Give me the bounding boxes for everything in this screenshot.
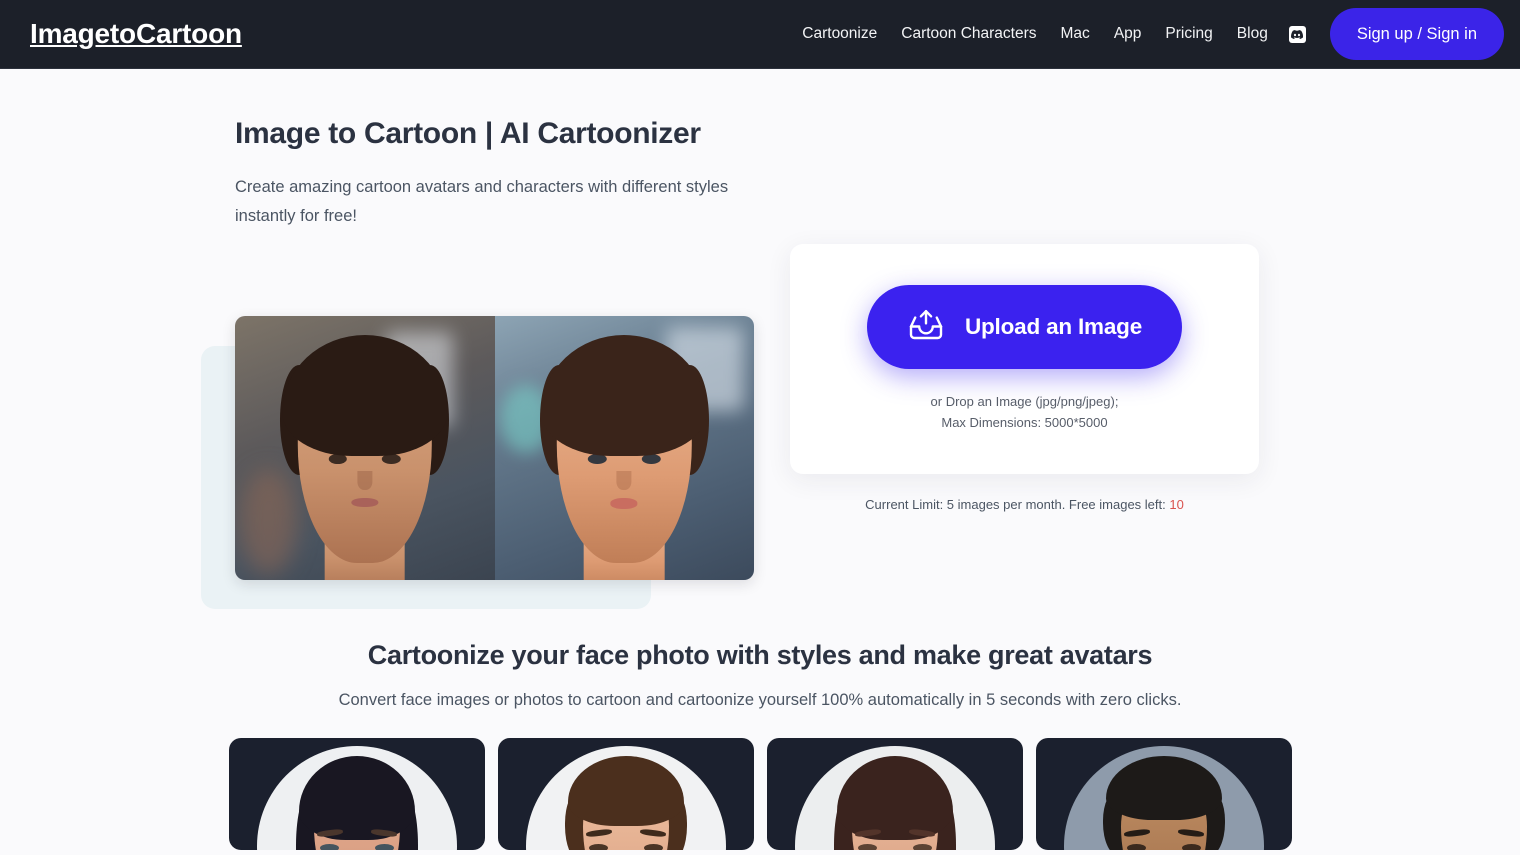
hair-top bbox=[567, 756, 684, 826]
upload-hint-dimensions: Max Dimensions: 5000*5000 bbox=[941, 415, 1108, 430]
nose bbox=[357, 471, 373, 490]
eye-right bbox=[374, 844, 394, 850]
hair-top bbox=[1105, 756, 1222, 820]
upload-hints: or Drop an Image (jpg/png/jpeg); Max Dim… bbox=[931, 391, 1119, 434]
avatar bbox=[833, 756, 956, 850]
page-title: Image to Cartoon | AI Cartoonizer bbox=[235, 117, 701, 150]
free-images-left-count: 10 bbox=[1169, 497, 1184, 512]
discord-icon bbox=[1288, 25, 1306, 43]
eye-left bbox=[319, 844, 339, 850]
eye-left bbox=[1126, 844, 1146, 850]
nav-item-app[interactable]: App bbox=[1102, 26, 1154, 42]
signup-signin-button[interactable]: Sign up / Sign in bbox=[1329, 8, 1504, 60]
upload-hint-formats: or Drop an Image (jpg/png/jpeg); bbox=[930, 393, 1119, 409]
hair-top bbox=[298, 756, 415, 840]
main-nav: Cartoonize Cartoon Characters Mac App Pr… bbox=[790, 8, 1504, 60]
hero-text-block: Image to Cartoon | AI Cartoonizer Create… bbox=[235, 115, 765, 232]
showcase-after-image bbox=[494, 316, 754, 580]
hair-top bbox=[282, 335, 448, 456]
nav-item-pricing[interactable]: Pricing bbox=[1153, 26, 1224, 42]
upload-image-button[interactable]: Upload an Image bbox=[866, 284, 1183, 369]
usage-limit-text: Current Limit: 5 images per month. Free … bbox=[790, 497, 1259, 512]
brand-logo[interactable]: ImagetoCartoon bbox=[30, 20, 242, 48]
eye-right bbox=[1181, 844, 1201, 850]
eye-left bbox=[857, 844, 877, 850]
site-header: ImagetoCartoon Cartoonize Cartoon Charac… bbox=[0, 0, 1520, 69]
upload-tray-icon bbox=[907, 308, 945, 345]
discord-link[interactable] bbox=[1280, 25, 1316, 43]
upload-dropzone-card[interactable]: Upload an Image or Drop an Image (jpg/pn… bbox=[790, 244, 1259, 474]
avatar bbox=[295, 756, 418, 850]
nav-item-blog[interactable]: Blog bbox=[1225, 26, 1280, 42]
nose bbox=[616, 471, 632, 490]
eye-right bbox=[912, 844, 932, 850]
avatar bbox=[564, 756, 687, 850]
nav-item-cartoon-characters[interactable]: Cartoon Characters bbox=[889, 26, 1048, 42]
usage-limit-label: Current Limit: 5 images per month. Free … bbox=[865, 497, 1166, 512]
before-after-showcase bbox=[201, 300, 754, 609]
nav-item-mac[interactable]: Mac bbox=[1049, 26, 1102, 42]
features-subtitle: Convert face images or photos to cartoon… bbox=[338, 691, 1182, 709]
features-section: Cartoonize your face photo with styles a… bbox=[0, 640, 1520, 850]
hair-top bbox=[836, 756, 953, 840]
upload-button-label: Upload an Image bbox=[964, 313, 1143, 339]
mouth bbox=[610, 497, 638, 509]
avatar-gallery bbox=[0, 738, 1520, 850]
avatar-card-2[interactable] bbox=[497, 738, 754, 850]
avatar-card-4[interactable] bbox=[1035, 738, 1292, 850]
avatar bbox=[1102, 756, 1225, 850]
features-title: Cartoonize your face photo with styles a… bbox=[367, 640, 1153, 670]
mouth bbox=[351, 497, 379, 508]
showcase-before-image bbox=[235, 316, 495, 580]
avatar-card-1[interactable] bbox=[228, 738, 485, 850]
face-illustration bbox=[269, 321, 461, 580]
eye-left bbox=[588, 844, 608, 850]
avatar-card-3[interactable] bbox=[766, 738, 1023, 850]
nav-item-cartoonize[interactable]: Cartoonize bbox=[790, 26, 889, 42]
face-illustration bbox=[528, 321, 720, 580]
hair-top bbox=[541, 335, 707, 456]
hero-subtitle: Create amazing cartoon avatars and chara… bbox=[235, 177, 729, 226]
eye-right bbox=[643, 844, 663, 850]
hero-section: Image to Cartoon | AI Cartoonizer Create… bbox=[0, 69, 1520, 609]
showcase-image-pair bbox=[235, 316, 754, 580]
